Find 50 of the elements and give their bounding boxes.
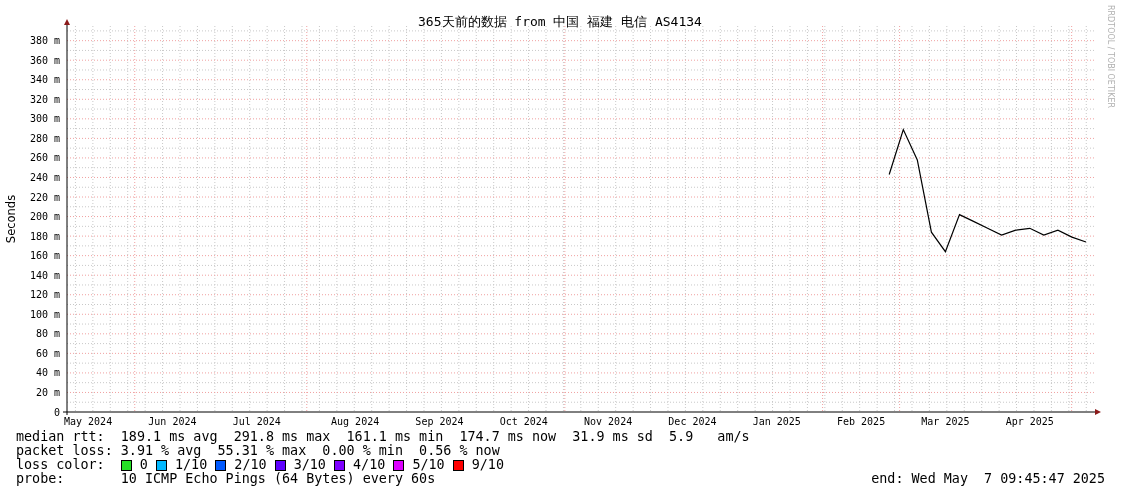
axis-tick-label: Mar 2025 [921, 416, 970, 427]
stat-label: packet loss: [16, 444, 114, 458]
axis-tick-label: 220 m [29, 191, 60, 203]
axis-tick-label: Apr 2025 [1005, 416, 1054, 427]
axis-tick-label: Dec 2024 [668, 416, 717, 427]
stat-value: 3.91 % avg 55.31 % max 0.00 % min 0.56 % now [120, 444, 500, 458]
axis-tick-label: 200 m [29, 211, 60, 223]
stat-value: 10 ICMP Echo Pings (64 Bytes) every 60s [120, 472, 436, 486]
axis-tick-label: 340 m [29, 74, 60, 86]
axis-tick-label: 380 m [29, 35, 60, 47]
axis-tick-label: 240 m [29, 171, 60, 183]
axis-tick-label: 100 m [29, 308, 60, 320]
loss-label: 2/10 [234, 458, 267, 472]
axis-tick-label: May 2024 [64, 416, 113, 427]
loss-label: 1/10 [175, 458, 208, 472]
axis-tick-label: 300 m [29, 113, 60, 125]
axis-tick-label: 180 m [29, 230, 60, 242]
end-time: end: Wed May 7 09:45:47 2025 [871, 472, 1105, 486]
loss-label: 3/10 [293, 458, 326, 472]
loss-label: 4/10 [353, 458, 386, 472]
axis-tick-label: 320 m [29, 93, 60, 105]
axis-tick-label: 160 m [29, 250, 60, 262]
axis-tick-label: 0 [53, 406, 60, 418]
axis-tick-label: Feb 2025 [837, 416, 886, 427]
axis-tick-label: 60 m [35, 347, 60, 359]
loss-label: 0 [139, 458, 148, 472]
axis-tick-label: Oct 2024 [499, 416, 548, 427]
stat-label: probe: [16, 472, 66, 486]
axis-tick-label: Nov 2024 [584, 416, 633, 427]
axis-tick-label: Jan 2025 [752, 416, 801, 427]
loss-label: 9/10 [471, 458, 504, 472]
y-axis-label: Seconds [4, 194, 18, 244]
chart-title: 365天前的数据 from 中国 福建 电信 AS4134 [418, 14, 702, 29]
axis-tick-label: 260 m [29, 152, 60, 164]
loss-label: 5/10 [412, 458, 445, 472]
axis-tick-label: 80 m [35, 328, 60, 340]
axis-tick-label: 360 m [29, 54, 60, 66]
stat-label: loss color: [16, 458, 106, 472]
credit-text: RRDTOOL / TOBI OETIKER [1106, 5, 1115, 109]
axis-tick-label: 120 m [29, 289, 60, 301]
axis-tick-label: 40 m [35, 367, 60, 379]
axis-tick-label: 20 m [35, 386, 60, 398]
axis-tick-label: Jul 2024 [232, 416, 281, 427]
axis-tick-label: 140 m [29, 269, 60, 281]
axis-tick-label: Jun 2024 [148, 416, 197, 427]
stat-value: 189.1 ms avg 291.8 ms max 161.1 ms min 174.7 ms now 31.9 ms sd 5.9 am/s [120, 430, 750, 444]
axis-tick-label: Sep 2024 [415, 416, 464, 427]
stat-label: median rtt: [16, 430, 106, 444]
axis-tick-label: 280 m [29, 132, 60, 144]
axis-tick-label: Aug 2024 [331, 416, 380, 427]
